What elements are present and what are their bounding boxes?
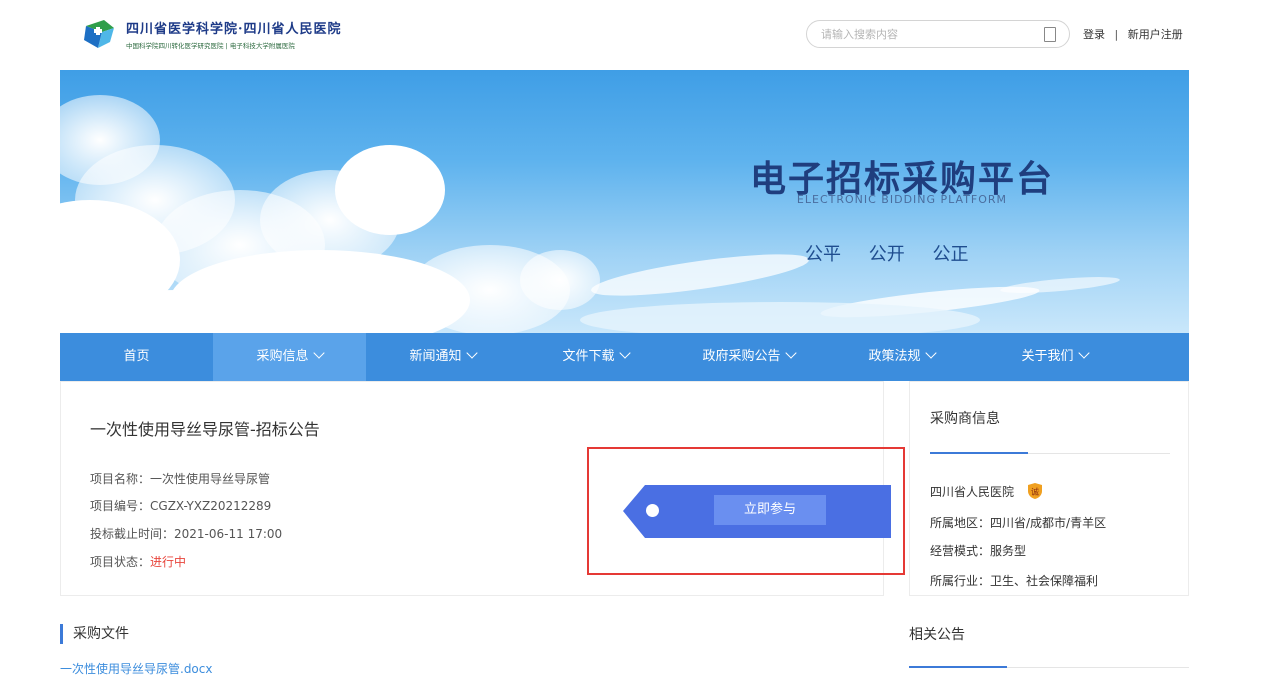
project-code-label: 项目编号：: [90, 499, 151, 513]
chevron-down-icon: [312, 347, 325, 359]
integrity-badge-icon: 诚: [1027, 482, 1042, 499]
buyer-mode-label: 经营模式：: [930, 544, 991, 558]
nav-gov-procurement[interactable]: 政府采购公告: [672, 333, 825, 381]
auth-separator: |: [1114, 28, 1119, 41]
search-box: [806, 20, 1070, 48]
nav-label: 关于我们: [1021, 349, 1074, 364]
nav-label: 政策法规: [868, 349, 921, 364]
buyer-industry-value: 卫生、社会保障福利: [990, 574, 1099, 588]
nav-downloads[interactable]: 文件下载: [519, 333, 672, 381]
doc-file-link[interactable]: 一次性使用导丝导尿管.docx: [60, 660, 212, 677]
project-name-label: 项目名称：: [90, 472, 151, 486]
buyer-industry-row: 所属行业：卫生、社会保障福利: [930, 572, 1098, 589]
project-name-value: 一次性使用导丝导尿管: [150, 472, 271, 486]
join-button[interactable]: 立即参与: [714, 495, 826, 525]
buyer-mode-value: 服务型: [990, 544, 1027, 558]
nav-label: 新闻通知: [409, 349, 462, 364]
badge-char: 诚: [1031, 486, 1039, 496]
project-title: 一次性使用导丝导尿管-招标公告: [90, 420, 320, 439]
slogan-fair: 公平: [805, 244, 841, 265]
buyer-name[interactable]: 四川省人民医院: [930, 485, 1014, 499]
logo-title: 四川省医学科学院·四川省人民医院: [126, 22, 342, 37]
buyer-card: 采购商信息 四川省人民医院 诚 所属地区：四川省/成都市/青羊区 经营模式：服务…: [909, 381, 1189, 596]
project-name-row: 项目名称：一次性使用导丝导尿管: [90, 470, 270, 487]
search-input[interactable]: [821, 26, 1021, 42]
slogan-open: 公开: [868, 244, 905, 265]
nav-policies[interactable]: 政策法规: [825, 333, 978, 381]
related-heading: 相关公告: [909, 627, 965, 643]
nav-label: 文件下载: [562, 349, 615, 364]
chevron-down-icon: [784, 347, 797, 359]
related-divider: [909, 666, 1189, 668]
banner-slogans: 公平 公开 公正: [805, 240, 990, 266]
main-nav: 首页 采购信息 新闻通知 文件下载 政府采购公告 政策法规 关于我们: [60, 333, 1189, 381]
docs-heading: 采购文件: [60, 624, 129, 644]
buyer-mode-row: 经营模式：服务型: [930, 542, 1026, 559]
nav-label: 政府采购公告: [702, 349, 781, 364]
project-code-row: 项目编号：CGZX-YXZ20212289: [90, 497, 271, 514]
buyer-divider: [930, 452, 1170, 454]
nav-about[interactable]: 关于我们: [978, 333, 1131, 381]
auth-links: 登录 | 新用户注册: [1083, 26, 1183, 42]
nav-label: 采购信息: [256, 349, 309, 364]
register-link[interactable]: 新用户注册: [1128, 26, 1183, 42]
page: 四川省医学科学院·四川省人民医院 中国科学院四川转化医学研究医院 | 电子科技大…: [0, 0, 1269, 683]
buyer-region-row: 所属地区：四川省/成都市/青羊区: [930, 514, 1106, 531]
project-deadline-row: 投标截止时间：2021-06-11 17:00: [90, 525, 282, 542]
buyer-industry-label: 所属行业：: [930, 574, 991, 588]
buyer-name-row: 四川省人民医院 诚: [930, 482, 1044, 502]
project-status-row: 项目状态：进行中: [90, 553, 186, 570]
nav-label: 首页: [123, 349, 150, 364]
nav-news[interactable]: 新闻通知: [366, 333, 519, 381]
hospital-logo[interactable]: 四川省医学科学院·四川省人民医院 中国科学院四川转化医学研究医院 | 电子科技大…: [82, 14, 382, 54]
chevron-down-icon: [1077, 347, 1090, 359]
buyer-region-label: 所属地区：: [930, 516, 991, 530]
project-deadline-label: 投标截止时间：: [90, 527, 175, 541]
status-badge: 进行中: [150, 555, 187, 569]
nav-home[interactable]: 首页: [60, 333, 213, 381]
buyer-heading: 采购商信息: [930, 411, 1000, 427]
project-deadline-value: 2021-06-11 17:00: [174, 527, 283, 541]
slogan-just: 公正: [932, 244, 969, 265]
project-status-label: 项目状态：: [90, 555, 151, 569]
chevron-down-icon: [465, 347, 478, 359]
chevron-down-icon: [618, 347, 631, 359]
divider-accent: [909, 666, 1007, 668]
divider-accent: [930, 452, 1028, 454]
chevron-down-icon: [924, 347, 937, 359]
project-code-value: CGZX-YXZ20212289: [150, 499, 272, 513]
nav-procurement-info[interactable]: 采购信息: [213, 333, 366, 381]
banner: 电子招标采购平台 ELECTRONIC BIDDING PLATFORM 公平 …: [60, 70, 1189, 333]
hospital-logo-icon: [84, 20, 114, 48]
ribbon-dot-icon: [646, 504, 659, 517]
buyer-region-value: 四川省/成都市/青羊区: [990, 516, 1107, 530]
search-icon[interactable]: [1044, 27, 1056, 42]
banner-subtitle: ELECTRONIC BIDDING PLATFORM: [796, 193, 1008, 206]
login-link[interactable]: 登录: [1083, 26, 1105, 42]
project-card: 一次性使用导丝导尿管-招标公告 项目名称：一次性使用导丝导尿管 项目编号：CGZ…: [60, 381, 905, 596]
header: 四川省医学科学院·四川省人民医院 中国科学院四川转化医学研究医院 | 电子科技大…: [0, 0, 1269, 70]
logo-subtitle: 中国科学院四川转化医学研究医院 | 电子科技大学附属医院: [126, 42, 295, 50]
